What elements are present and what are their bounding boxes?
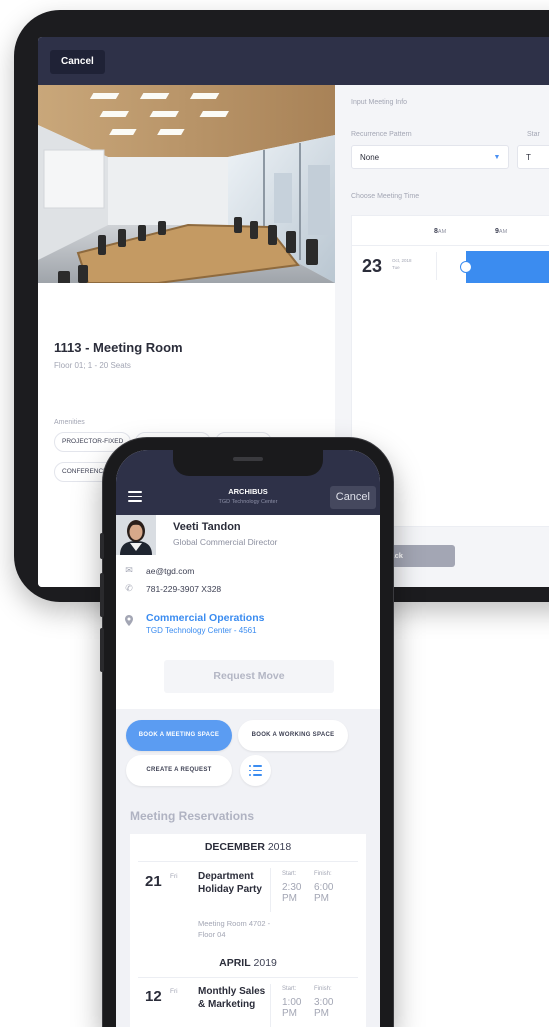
recurrence-select[interactable]: None ▼ (351, 145, 509, 169)
phone-cancel-button[interactable]: Cancel (329, 486, 376, 509)
start-time-label: Start: (282, 986, 297, 992)
month-header: DECEMBER 2018 (204, 841, 292, 853)
reservations-list: DECEMBER 2018 21 Fri Department Holiday … (130, 834, 366, 1027)
room-photo (38, 85, 335, 283)
book-working-space-button[interactable]: BOOK A WORKING SPACE (238, 720, 348, 751)
room-name: 1113 - Meeting Room (54, 340, 183, 355)
start-value: T (526, 153, 531, 162)
email-link[interactable]: ae@tgd.com (146, 566, 194, 576)
avatar (116, 515, 156, 555)
booking-drag-handle[interactable] (460, 261, 472, 273)
reservation-day: 21 (145, 873, 162, 890)
choose-time-label: Choose Meeting Time (351, 193, 420, 200)
reservation-title: Department Holiday Party (198, 871, 262, 895)
hour-label: 9AM (495, 228, 508, 235)
actions-section: BOOK A MEETING SPACE BOOK A WORKING SPAC… (116, 709, 380, 1027)
month-header: APRIL 2019 (219, 957, 277, 969)
department-link[interactable]: Commercial Operations (146, 612, 264, 624)
reservation-title: Monthly Sales & Marketing (198, 986, 266, 1010)
phone-side-button (100, 573, 104, 617)
phone-side-button (100, 533, 104, 559)
reservation-dow: Fri (170, 988, 178, 995)
divider (138, 861, 358, 862)
start-time-label: Start: (282, 871, 297, 877)
start-label: Star (527, 131, 540, 138)
finish-time-label: Finish: (314, 871, 332, 877)
book-meeting-space-button[interactable]: BOOK A MEETING SPACE (126, 720, 232, 751)
divider (436, 252, 437, 280)
room-subtitle: Floor 01; 1 - 20 Seats (54, 361, 131, 370)
create-request-button[interactable]: CREATE A REQUEST (126, 755, 232, 786)
meeting-reservations-title: Meeting Reservations (130, 809, 255, 823)
finish-time: 6:00 PM (314, 882, 334, 904)
recurrence-value: None (360, 153, 380, 162)
dropdown-arrow-icon[interactable]: ▼ (486, 146, 508, 168)
divider (270, 868, 271, 912)
phone-link[interactable]: 781-229-3907 X328 (146, 584, 221, 594)
tablet-cancel-button[interactable]: Cancel (50, 50, 105, 74)
phone-side-button (100, 628, 104, 672)
reservation-day: 12 (145, 988, 162, 1005)
employee-name: Veeti Tandon (173, 521, 241, 533)
start-input[interactable]: T (517, 145, 549, 169)
phone-screen: ARCHIBUS TGD Technology Center Cancel Ve… (116, 450, 380, 1027)
location-link[interactable]: TGD Technology Center - 4561 (146, 626, 257, 635)
reservation-dow: Fri (170, 873, 178, 880)
phone-notch (173, 450, 323, 476)
list-icon[interactable] (240, 755, 271, 786)
hour-label: 8AM (434, 228, 447, 235)
start-time: 2:30 PM (282, 882, 302, 904)
request-move-button[interactable]: Request Move (164, 660, 334, 693)
finish-time: 3:00 PM (314, 997, 334, 1019)
divider (138, 977, 358, 978)
email-icon: ✉ (125, 565, 133, 575)
day-number: 23 (362, 256, 383, 276)
divider (270, 984, 271, 1027)
reservation-location: Meeting Room 4702 - Floor 04 (198, 919, 271, 939)
location-pin-icon (124, 615, 134, 628)
phone-icon: ✆ (125, 583, 133, 593)
profile-section: Veeti Tandon Global Commercial Director … (116, 515, 380, 709)
tablet-top-bar: Cancel (38, 37, 549, 85)
start-time: 1:00 PM (282, 997, 302, 1019)
divider (352, 245, 549, 246)
finish-time-label: Finish: (314, 986, 332, 992)
day-meta: Oct, 2018 Tue (392, 258, 412, 270)
employee-role: Global Commercial Director (173, 537, 278, 547)
input-meeting-info-label: Input Meeting Info (351, 99, 408, 106)
recurrence-label: Recurrence Pattern (351, 131, 412, 138)
phone-device: ARCHIBUS TGD Technology Center Cancel Ve… (100, 438, 393, 1027)
booking-block[interactable] (466, 251, 549, 283)
amenities-label: Amenities (54, 419, 85, 426)
